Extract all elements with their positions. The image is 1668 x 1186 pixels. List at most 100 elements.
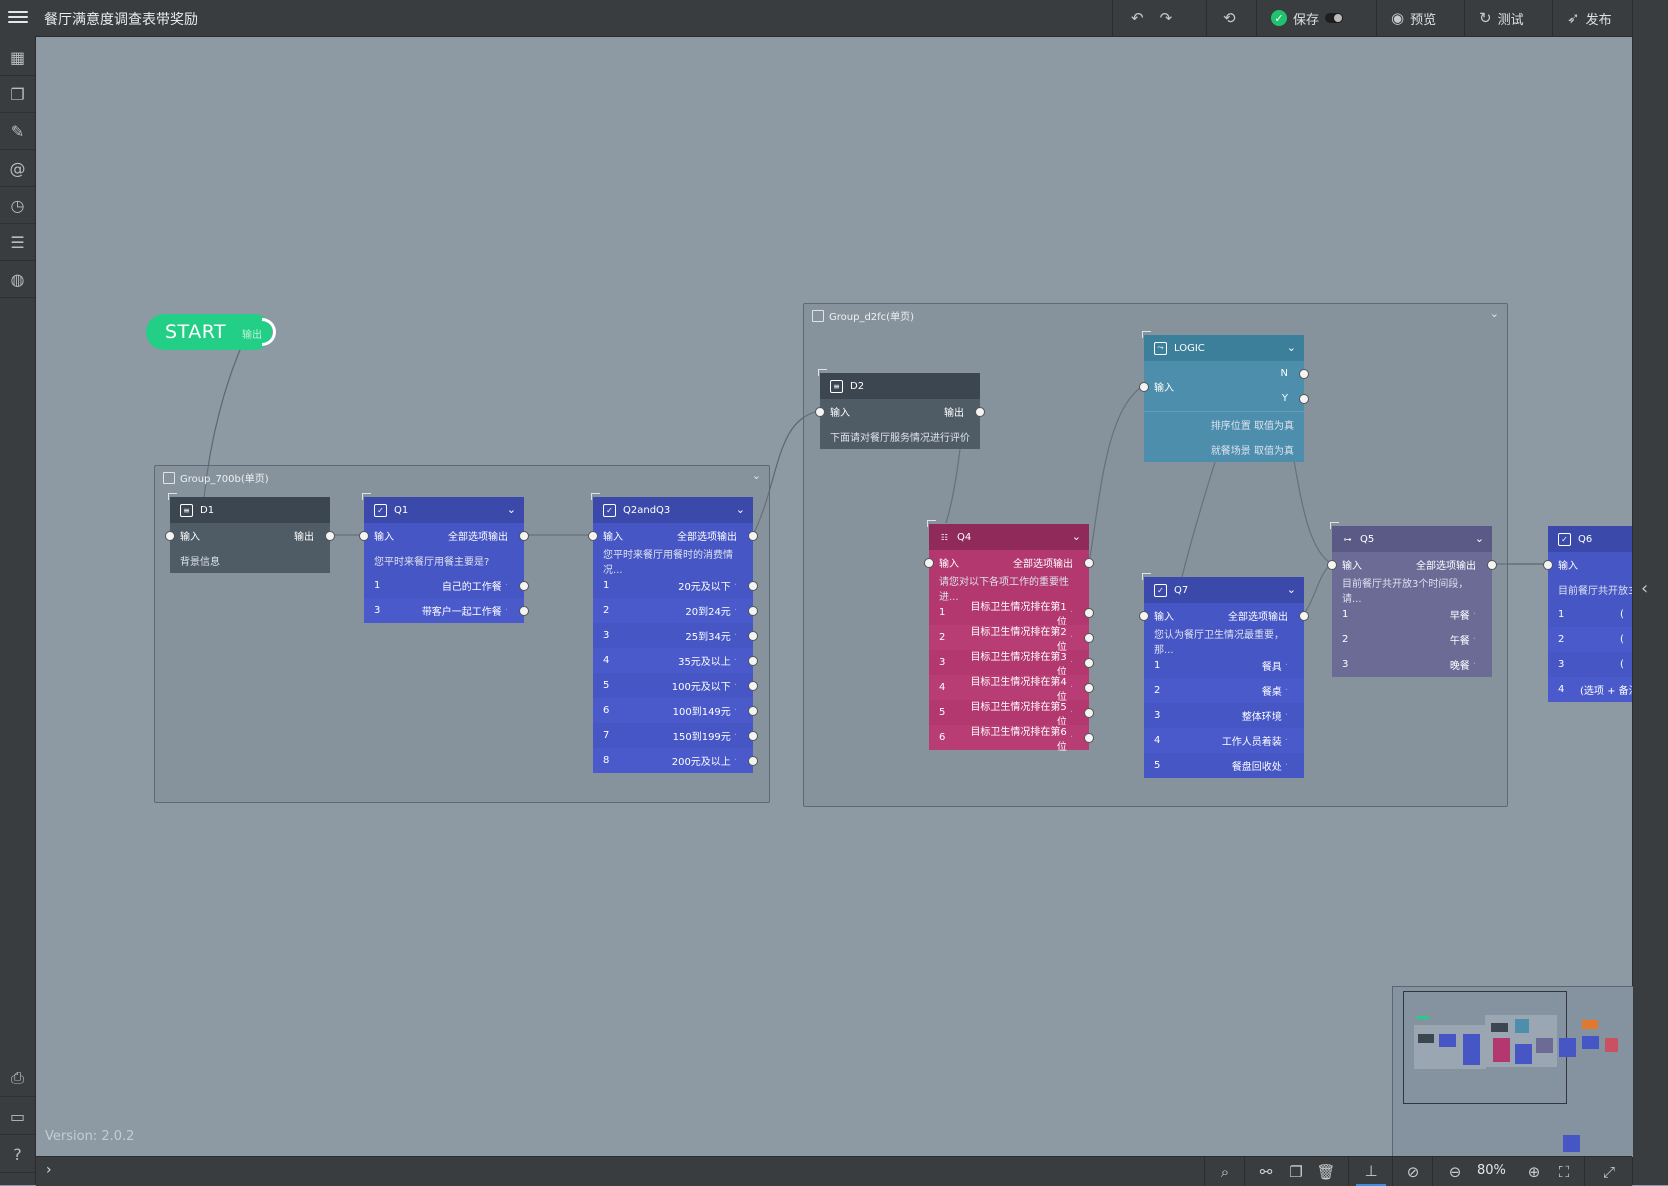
output-port[interactable]	[1299, 611, 1309, 621]
option-row[interactable]: 7 150到199元 ·	[593, 723, 758, 748]
option-row[interactable]: 3 目标卫生情况排在第3位 ·	[929, 650, 1094, 678]
input-port[interactable]	[165, 531, 175, 541]
option-row[interactable]: 8 200元及以上 ·	[593, 748, 758, 773]
duplicate-icon[interactable]: ❐	[1281, 1157, 1311, 1186]
node-q6-header[interactable]: ✓ Q6	[1548, 526, 1632, 552]
logic-y-port[interactable]	[1299, 394, 1309, 404]
link-icon[interactable]: ⚯	[1251, 1157, 1281, 1186]
chevron-down-icon[interactable]: ⌄	[736, 503, 745, 516]
input-port[interactable]	[359, 531, 369, 541]
option-port[interactable]	[1084, 733, 1094, 743]
option-port[interactable]	[1084, 658, 1094, 668]
fit-screen-icon[interactable]: ⛶	[1549, 1157, 1579, 1186]
chevron-down-icon[interactable]: ⌄	[1490, 307, 1499, 320]
option-row[interactable]: 4 (选项 + 备注	[1548, 677, 1632, 702]
option-row[interactable]: 2 午餐 ·	[1332, 627, 1492, 652]
option-row[interactable]: 4 目标卫生情况排在第4位 ·	[929, 675, 1094, 703]
option-row[interactable]: 3 整体环境 ·	[1144, 703, 1304, 728]
option-port[interactable]	[1084, 608, 1094, 618]
node-q4-header[interactable]: ☷ Q4 ⌄	[929, 524, 1089, 550]
option-row[interactable]: 2 20到24元 ·	[593, 598, 758, 623]
node-q1[interactable]: ✓ Q1 ⌄ 输入 全部选项输出 您平时来餐厅用餐主要是? 1 自己的工作餐 · 3…	[359, 493, 529, 623]
chevron-down-icon[interactable]: ⌄	[1287, 341, 1296, 354]
chevron-right-icon[interactable]: ›	[46, 1162, 52, 1178]
input-port[interactable]	[588, 531, 598, 541]
node-q1-header[interactable]: ✓ Q1 ⌄	[364, 497, 524, 523]
option-port[interactable]	[748, 631, 758, 641]
option-row[interactable]: 3(	[1548, 652, 1632, 677]
option-row[interactable]: 3 带客户一起工作餐 ·	[364, 598, 529, 623]
option-row[interactable]: 4 工作人员着装 ·	[1144, 728, 1304, 753]
option-row[interactable]: 3 25到34元 ·	[593, 623, 758, 648]
option-row[interactable]: 1(	[1548, 602, 1632, 627]
input-port[interactable]	[1327, 560, 1337, 570]
output-port[interactable]	[325, 531, 335, 541]
node-q7[interactable]: ✓ Q7 ⌄ 输入 全部选项输出 您认为餐厅卫生情况最重要，那... 1 餐具 · …	[1139, 573, 1309, 778]
node-q7-header[interactable]: ✓ Q7 ⌄	[1144, 577, 1304, 603]
node-q2andq3[interactable]: ✓ Q2andQ3 ⌄ 输入 全部选项输出 您平时来餐厅用餐时的消费情况... …	[588, 493, 758, 773]
input-port[interactable]	[924, 558, 934, 568]
option-row[interactable]: 5 餐盘回收处 ·	[1144, 753, 1304, 778]
option-port[interactable]	[519, 606, 529, 616]
output-port[interactable]	[975, 407, 985, 417]
option-row[interactable]: 2(	[1548, 627, 1632, 652]
node-d2[interactable]: ≡ D2 输入 输出 下面请对餐厅服务情况进行评价	[815, 369, 985, 449]
option-row[interactable]: 1 20元及以下 ·	[593, 573, 758, 598]
option-row[interactable]: 3 晚餐 ·	[1332, 652, 1492, 677]
input-port[interactable]	[1139, 382, 1149, 392]
chevron-down-icon[interactable]: ⌄	[507, 503, 516, 516]
logic-rule-2[interactable]: 就餐场景 取值为真	[1144, 437, 1304, 462]
zoom-in-icon[interactable]: ⊕	[1519, 1157, 1549, 1186]
option-port[interactable]	[1084, 683, 1094, 693]
option-port[interactable]	[748, 606, 758, 616]
option-port[interactable]	[1084, 633, 1094, 643]
chevron-down-icon[interactable]: ⌄	[1475, 532, 1484, 545]
fullscreen-icon[interactable]: ⤢	[1594, 1157, 1624, 1186]
align-icon[interactable]: ⊥	[1356, 1157, 1386, 1186]
option-row[interactable]: 2 餐桌 ·	[1144, 678, 1304, 703]
node-q5[interactable]: ⊶ Q5 ⌄ 输入 全部选项输出 目前餐厅共开放3个时间段，请... 1 早餐 · …	[1327, 522, 1497, 677]
node-q5-header[interactable]: ⊶ Q5 ⌄	[1332, 526, 1492, 552]
output-port[interactable]	[519, 531, 529, 541]
option-port[interactable]	[519, 581, 529, 591]
zoom-out-icon[interactable]: ⊖	[1440, 1157, 1470, 1186]
trash-icon[interactable]: 🗑	[1311, 1157, 1341, 1186]
chevron-down-icon[interactable]: ⌄	[1072, 530, 1081, 543]
node-q6[interactable]: ✓ Q6 输入 目前餐厅共开放3 1( 2( 3( 4(选项 + 备注	[1548, 526, 1632, 702]
input-port[interactable]	[1139, 611, 1149, 621]
option-port[interactable]	[748, 756, 758, 766]
input-port[interactable]	[815, 407, 825, 417]
option-row[interactable]: 6 100到149元 ·	[593, 698, 758, 723]
search-icon[interactable]: ⌕	[1210, 1157, 1240, 1186]
option-port[interactable]	[1084, 708, 1094, 718]
start-node[interactable]: START 输出	[146, 314, 276, 350]
option-row[interactable]: 5 目标卫生情况排在第5位 ·	[929, 700, 1094, 728]
node-q4[interactable]: ☷ Q4 ⌄ 输入 全部选项输出 请您对以下各项工作的重要性进... 1 目标卫生…	[924, 520, 1094, 753]
option-row[interactable]: 5 100元及以下 ·	[593, 673, 758, 698]
option-port[interactable]	[748, 656, 758, 666]
option-port[interactable]	[748, 581, 758, 591]
chevron-left-icon[interactable]: ‹	[1641, 578, 1648, 599]
node-d1-header[interactable]: ≡ D1	[170, 497, 330, 523]
option-row[interactable]: 1 早餐 ·	[1332, 602, 1492, 627]
option-port[interactable]	[748, 706, 758, 716]
minimap[interactable]	[1392, 986, 1633, 1157]
node-q2andq3-header[interactable]: ✓ Q2andQ3 ⌄	[593, 497, 753, 523]
option-row[interactable]: 4 35元及以上 ·	[593, 648, 758, 673]
chevron-down-icon[interactable]: ⌄	[752, 469, 761, 482]
node-d2-header[interactable]: ≡ D2	[820, 373, 980, 399]
q6-input-port[interactable]	[1543, 560, 1553, 570]
option-port[interactable]	[748, 731, 758, 741]
option-row[interactable]: 1 餐具 ·	[1144, 653, 1304, 678]
output-port[interactable]	[1084, 558, 1094, 568]
output-port[interactable]	[748, 531, 758, 541]
output-port[interactable]	[1487, 560, 1497, 570]
logic-n-port[interactable]	[1299, 369, 1309, 379]
option-row[interactable]: 1 目标卫生情况排在第1位 ·	[929, 600, 1094, 628]
option-row[interactable]: 1 自己的工作餐 ·	[364, 573, 529, 598]
option-row[interactable]: 2 目标卫生情况排在第2位 ·	[929, 625, 1094, 653]
option-port[interactable]	[748, 681, 758, 691]
hide-icon[interactable]: ⊘	[1398, 1157, 1428, 1186]
logic-rule-1[interactable]: 排序位置 取值为真	[1144, 411, 1304, 437]
node-d1[interactable]: ≡ D1 输入 输出 背景信息	[165, 493, 335, 573]
